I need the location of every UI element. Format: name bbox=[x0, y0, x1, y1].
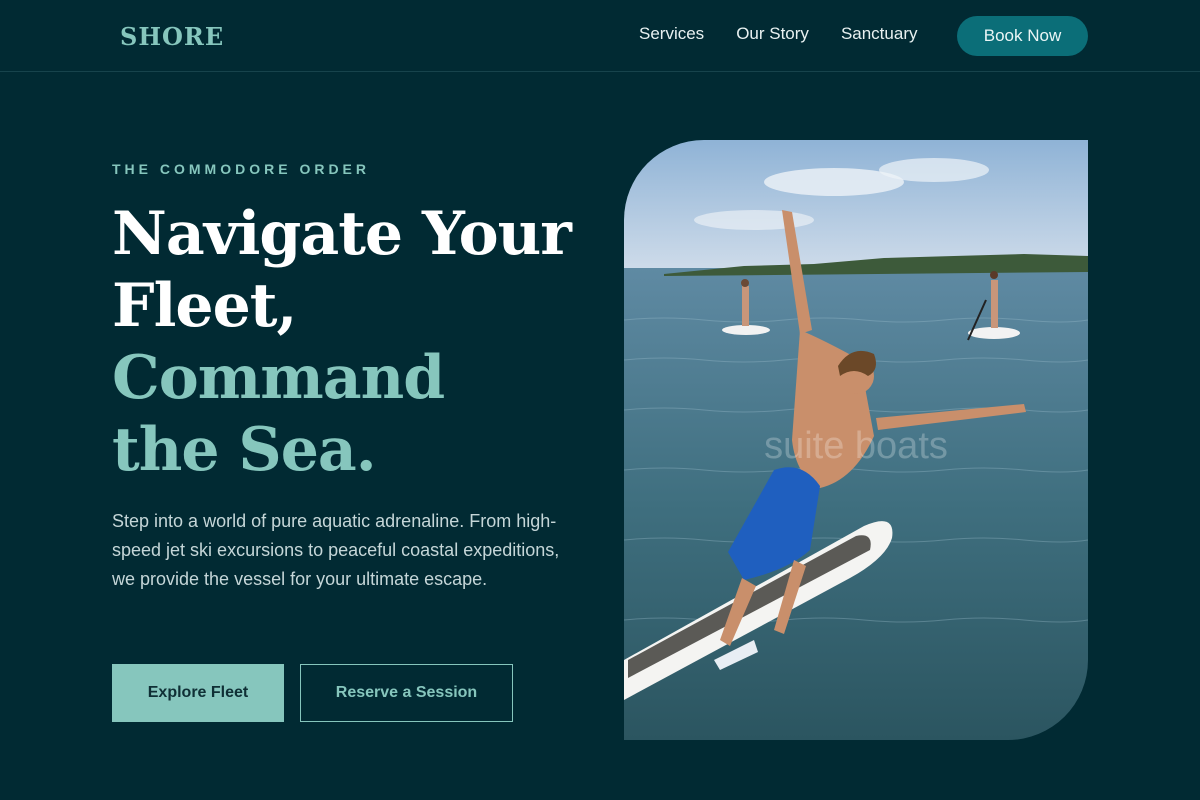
headline-line-4: the Sea. bbox=[112, 415, 377, 485]
image-watermark: suite boats bbox=[764, 425, 948, 467]
explore-fleet-button[interactable]: Explore Fleet bbox=[112, 664, 284, 722]
navbar: SHORE Services Our Story Sanctuary Book … bbox=[0, 0, 1200, 72]
hero-lead-text: Step into a world of pure aquatic adrena… bbox=[112, 511, 560, 589]
nav-links: Services Our Story Sanctuary bbox=[639, 24, 949, 44]
headline-line-3: Command bbox=[112, 343, 445, 413]
hero-photo: suite boats bbox=[624, 140, 1088, 740]
headline-line-2: Fleet, bbox=[112, 271, 297, 341]
book-now-button[interactable]: Book Now bbox=[957, 16, 1088, 56]
hero-headline: Navigate Your Fleet, Command the Sea. bbox=[112, 198, 612, 486]
sea bbox=[624, 268, 1088, 740]
sky bbox=[624, 140, 1088, 272]
nav-link-sanctuary[interactable]: Sanctuary bbox=[841, 24, 918, 44]
reserve-session-button[interactable]: Reserve a Session bbox=[300, 664, 513, 722]
nav-link-our-story[interactable]: Our Story bbox=[736, 24, 809, 44]
headline-line-1: Navigate Your bbox=[112, 199, 572, 269]
paddleboard-scene-illustration: suite boats bbox=[624, 140, 1088, 740]
hero-eyebrow: THE COMMODORE ORDER bbox=[112, 161, 370, 177]
nav-link-services[interactable]: Services bbox=[639, 24, 704, 44]
brand-logo[interactable]: SHORE bbox=[120, 22, 224, 51]
